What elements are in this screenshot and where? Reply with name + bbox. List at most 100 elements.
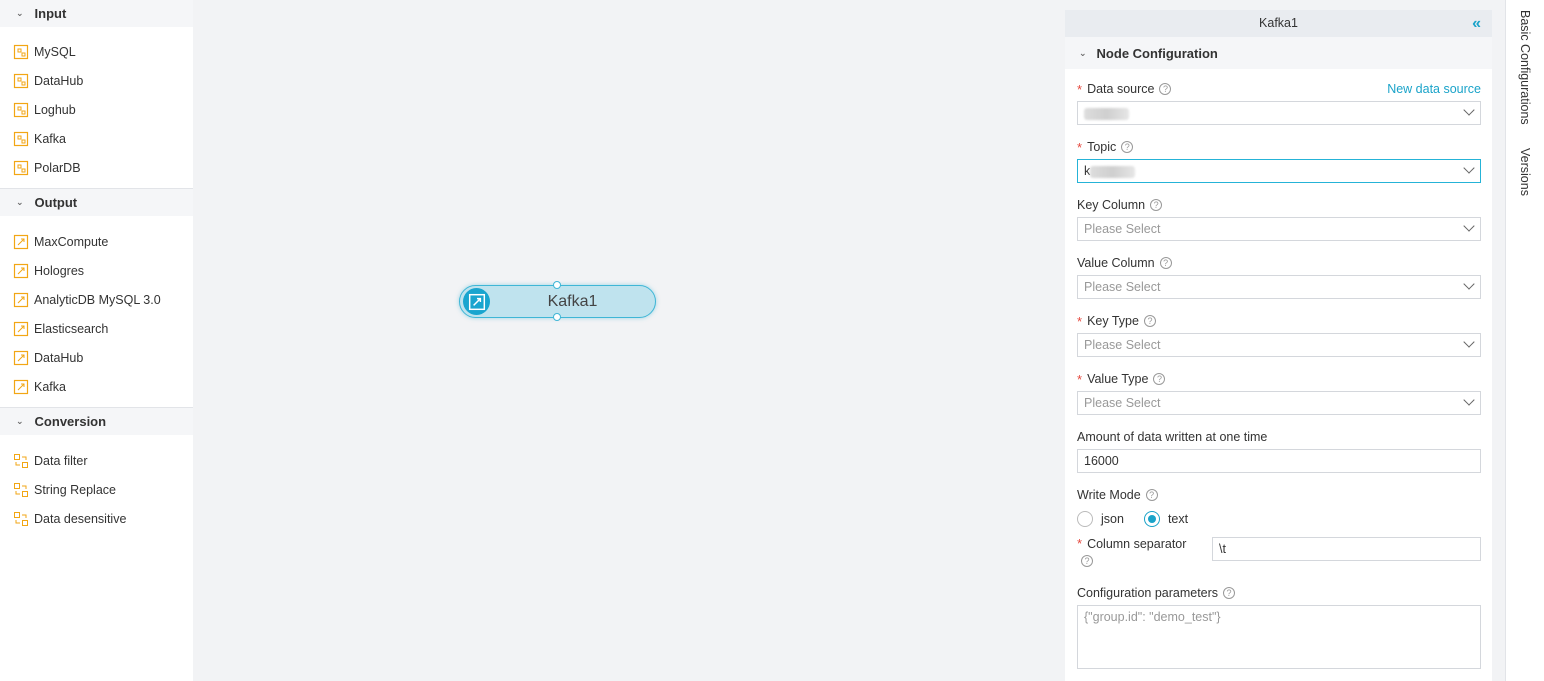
key-type-field: * Key Type ? Please Select [1077,312,1481,357]
new-data-source-link[interactable]: New data source [1387,82,1481,96]
kafka-node[interactable]: Kafka1 [459,281,656,321]
component-label: DataHub [34,350,84,365]
config-params-textarea[interactable]: {"group.id": "demo_test"} [1077,605,1481,669]
component-item-analyticdb[interactable]: AnalyticDB MySQL 3.0 [0,285,193,314]
kafka-node-icon [463,288,490,315]
help-icon[interactable]: ? [1121,141,1134,153]
config-panel-header: Kafka1 « [1065,10,1492,37]
required-mark: * [1077,139,1083,155]
help-icon[interactable]: ? [1159,83,1172,95]
output-component-icon [13,234,29,249]
output-port[interactable] [553,313,561,321]
component-item-maxcompute[interactable]: MaxCompute [0,227,193,256]
component-item-kafka-input[interactable]: Kafka [0,124,193,153]
component-item-mysql[interactable]: MySQL [0,37,193,66]
group-header-output[interactable]: ⌄ Output [0,189,193,216]
group-title: Output [34,195,78,210]
component-panel: ⌄ Input MySQL DataHub Loghub Kafka Polar… [0,0,193,681]
component-item-loghub[interactable]: Loghub [0,95,193,124]
column-separator-input[interactable]: \t [1212,537,1481,561]
data-source-select[interactable] [1077,101,1481,125]
required-mark: * [1077,81,1083,97]
help-icon[interactable]: ? [1143,315,1156,327]
component-label: String Replace [34,482,116,497]
output-component-icon [13,379,29,394]
amount-label: Amount of data written at one time [1077,430,1268,444]
amount-input[interactable]: 16000 [1077,449,1481,473]
chevron-down-icon [1463,162,1475,174]
chevron-down-icon: ⌄ [16,197,24,207]
help-icon[interactable]: ? [1150,199,1163,211]
config-params-label: Configuration parameters [1077,586,1219,600]
value-type-select[interactable]: Please Select [1077,391,1481,415]
node-label: Kafka1 [547,293,598,310]
value-column-field: Value Column ? Please Select [1077,254,1481,299]
component-item-datahub-output[interactable]: DataHub [0,343,193,372]
conversion-component-icon [14,511,28,526]
output-component-icon [13,263,29,278]
key-column-label: Key Column [1077,198,1146,212]
input-component-icon [13,102,29,117]
value-column-label: Value Column [1077,256,1155,270]
component-label: MaxCompute [34,234,109,249]
key-type-select[interactable]: Please Select [1077,333,1481,357]
tab-versions[interactable]: Versions [1518,148,1532,196]
component-label: AnalyticDB MySQL 3.0 [34,292,161,307]
component-label: Kafka [34,379,66,394]
component-item-kafka-output[interactable]: Kafka [0,372,193,401]
required-mark: * [1077,536,1083,551]
input-component-icon [13,160,29,175]
config-params-field: Configuration parameters ? {"group.id": … [1077,584,1481,669]
value-type-field: * Value Type ? Please Select [1077,370,1481,415]
chevron-down-icon: ⌄ [16,416,24,426]
placeholder: Please Select [1084,222,1161,236]
topic-select[interactable]: k [1077,159,1481,183]
chevron-down-icon [1463,104,1475,116]
group-header-input[interactable]: ⌄ Input [0,0,193,27]
help-icon[interactable]: ? [1145,489,1158,501]
section-node-configuration[interactable]: ⌄ Node Configuration [1065,37,1492,69]
input-component-icon [13,131,29,146]
collapse-icon[interactable]: « [1472,10,1481,37]
component-item-datahub[interactable]: DataHub [0,66,193,95]
component-label: Elasticsearch [34,321,109,336]
redacted-value [1084,107,1129,120]
radio-json[interactable] [1077,511,1093,527]
group-header-conversion[interactable]: ⌄ Conversion [0,408,193,435]
input-component-icon [13,44,29,59]
column-separator-label: Column separator [1087,537,1187,551]
help-icon[interactable]: ? [1159,257,1172,269]
amount-field: Amount of data written at one time 16000 [1077,428,1481,473]
component-item-elasticsearch[interactable]: Elasticsearch [0,314,193,343]
component-item-hologres[interactable]: Hologres [0,256,193,285]
value-column-select[interactable]: Please Select [1077,275,1481,299]
component-label: Loghub [34,102,76,117]
component-label: Data desensitive [34,511,127,526]
help-icon[interactable]: ? [1081,555,1093,567]
input-port[interactable] [553,281,561,289]
key-column-select[interactable]: Please Select [1077,217,1481,241]
node-config-panel: Kafka1 « ⌄ Node Configuration * Data sou… [1065,10,1492,681]
write-mode-field: Write Mode ? json text [1077,486,1481,529]
input-component-icon [13,73,29,88]
tab-basic-configurations[interactable]: Basic Configurations [1518,10,1532,125]
output-component-icon [13,350,29,365]
conversion-component-icon [14,482,28,497]
chevron-down-icon [1463,394,1475,406]
help-icon[interactable]: ? [1153,373,1166,385]
data-source-label: Data source [1087,82,1155,96]
key-column-field: Key Column ? Please Select [1077,196,1481,241]
placeholder: Please Select [1084,280,1161,294]
component-item-polardb[interactable]: PolarDB [0,153,193,182]
write-mode-radio-group: json text [1077,509,1481,529]
help-icon[interactable]: ? [1223,587,1236,599]
chevron-down-icon [1463,336,1475,348]
component-item-string-replace[interactable]: String Replace [0,475,193,504]
radio-text[interactable] [1143,511,1160,527]
component-item-data-desensitive[interactable]: Data desensitive [0,504,193,533]
chevron-down-icon [1463,220,1475,232]
component-item-data-filter[interactable]: Data filter [0,446,193,475]
flow-canvas[interactable]: Kafka1 [193,0,1065,681]
chevron-down-icon [1463,278,1475,290]
output-component-icon [13,292,29,307]
